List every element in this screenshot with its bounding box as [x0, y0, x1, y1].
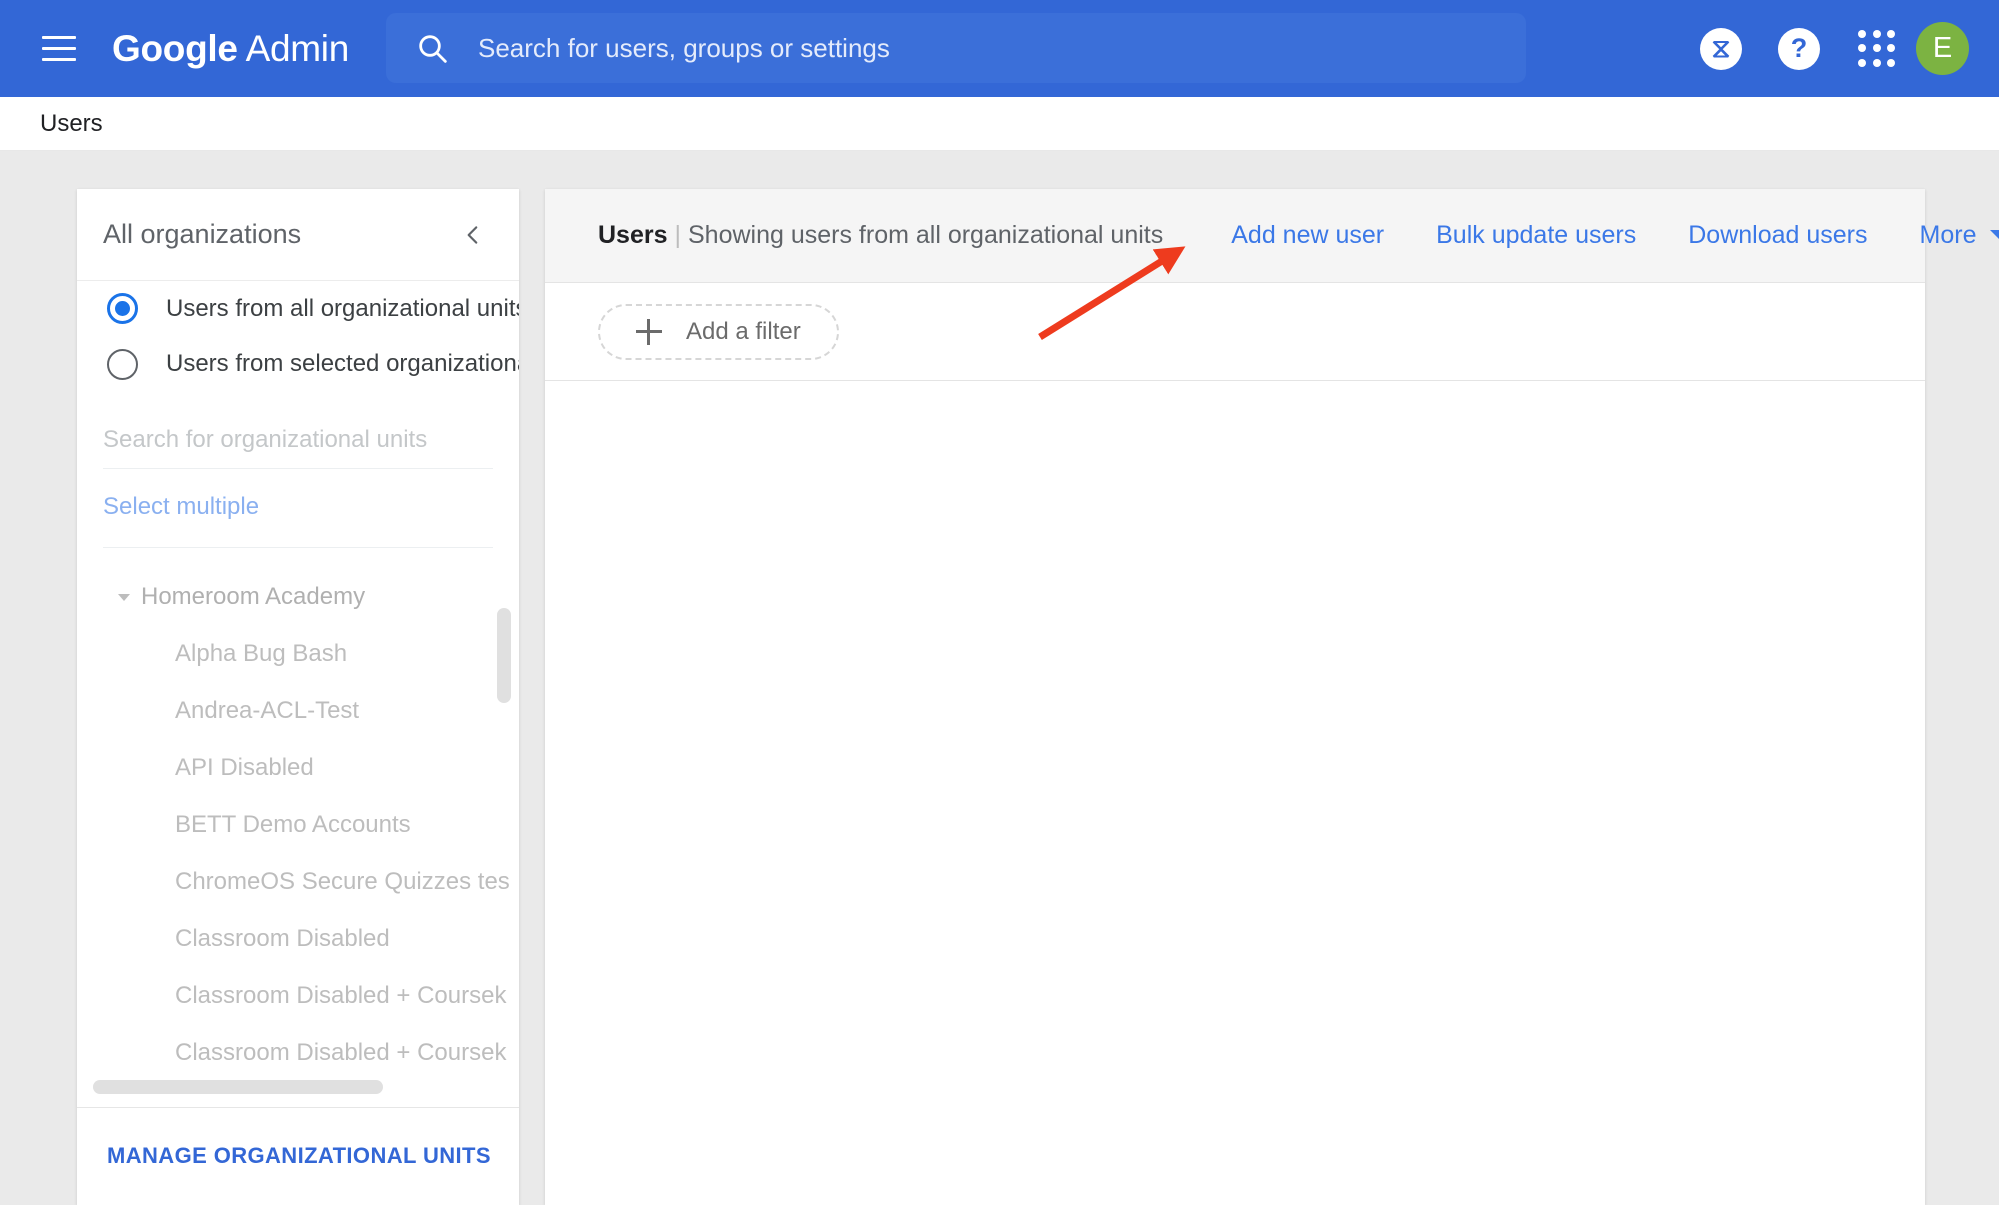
app-brand: Google Admin: [112, 28, 349, 70]
more-actions-button[interactable]: More: [1920, 221, 1999, 250]
org-unit-row[interactable]: Alpha Bug Bash: [77, 625, 519, 682]
breadcrumb: Users: [0, 97, 1999, 151]
org-unit-label: ChromeOS Secure Quizzes tes: [175, 867, 510, 895]
download-users-button[interactable]: Download users: [1688, 221, 1867, 250]
help-slot: ?: [1760, 27, 1838, 70]
users-card: Users | Showing users from all organizatio…: [545, 189, 1999, 1205]
top-bar-actions: ⧖ ? E: [1682, 0, 1999, 97]
select-multiple-link[interactable]: Select multiple: [103, 469, 493, 549]
organizations-panel-footer: MANAGE ORGANIZATIONAL UNITS: [77, 1106, 519, 1205]
page-title: All organizations: [103, 219, 302, 249]
add-a-filter-button[interactable]: Add a filter: [598, 303, 839, 360]
org-unit-row-root[interactable]: Homeroom Academy: [77, 568, 519, 625]
organizations-panel: All organizations Users from all organiz…: [77, 189, 519, 1205]
org-unit-label: Classroom Disabled + Coursek: [175, 1038, 507, 1066]
org-unit-label: API Disabled: [175, 753, 314, 781]
search-placeholder: Search for users, groups or settings: [478, 32, 890, 63]
users-card-header: Users | Showing users from all organizatio…: [545, 189, 1999, 283]
org-unit-tree: Homeroom Academy Alpha Bug Bash Andrea-A…: [77, 548, 519, 1077]
org-unit-search-input[interactable]: [103, 426, 493, 455]
radio-label: Users from all organizational units: [166, 294, 519, 322]
plus-icon: [636, 318, 662, 345]
org-unit-row[interactable]: Classroom Disabled + Coursek: [77, 967, 519, 1024]
hourglass-status-slot: ⧖: [1682, 27, 1760, 70]
org-unit-row[interactable]: BETT Demo Accounts: [77, 796, 519, 853]
org-unit-label: Andrea-ACL-Test: [175, 696, 360, 724]
add-new-user-button[interactable]: Add new user: [1231, 221, 1384, 250]
chevron-left-icon[interactable]: [453, 215, 493, 255]
radio-indicator-selected: [107, 293, 138, 325]
title-separator: |: [674, 221, 682, 249]
radio-all-org-units[interactable]: Users from all organizational units: [77, 281, 519, 337]
org-unit-search-field: [103, 426, 493, 470]
bulk-update-users-button[interactable]: Bulk update users: [1436, 221, 1636, 250]
avatar[interactable]: E: [1916, 22, 1969, 75]
org-unit-row[interactable]: Andrea-ACL-Test: [77, 682, 519, 739]
scrollbar-thumb[interactable]: [93, 1079, 383, 1094]
caret-down-icon[interactable]: [107, 587, 141, 607]
users-card-actions: Add new user Bulk update users Download …: [1231, 221, 1999, 250]
radio-label: Users from selected organizational...: [166, 350, 519, 378]
chevron-down-icon: [1990, 230, 1999, 241]
org-unit-row[interactable]: ChromeOS Secure Quizzes tes: [77, 853, 519, 910]
vertical-scrollbar[interactable]: [497, 608, 511, 1077]
brand-admin: Admin: [245, 27, 350, 69]
radio-selected-org-units[interactable]: Users from selected organizational...: [77, 337, 519, 393]
page-body: All organizations Users from all organiz…: [0, 151, 1999, 1205]
org-unit-label: Classroom Disabled: [175, 924, 390, 952]
org-unit-label: Classroom Disabled + Coursek: [175, 981, 507, 1009]
horizontal-scrollbar[interactable]: [93, 1077, 503, 1099]
apps-slot: [1838, 26, 1916, 72]
search-icon: [419, 35, 447, 63]
users-title-subtitle: Showing users from all organizational un…: [688, 221, 1164, 249]
brand-google: Google: [112, 27, 238, 69]
global-search-bar[interactable]: Search for users, groups or settings: [386, 13, 1526, 83]
apps-grid-icon[interactable]: [1854, 26, 1900, 72]
organizations-panel-header: All organizations: [77, 189, 519, 281]
top-app-bar: Google Admin Search for users, groups or…: [0, 0, 1999, 97]
manage-organizational-units-button[interactable]: MANAGE ORGANIZATIONAL UNITS: [107, 1143, 491, 1169]
hamburger-menu-icon[interactable]: [36, 26, 82, 72]
users-title: Users | Showing users from all organizatio…: [598, 221, 1163, 250]
org-unit-row[interactable]: Classroom Disabled: [77, 910, 519, 967]
org-unit-label: Homeroom Academy: [141, 582, 366, 610]
org-unit-label: BETT Demo Accounts: [175, 810, 411, 838]
breadcrumb-users[interactable]: Users: [40, 110, 103, 138]
org-unit-row[interactable]: Classroom Disabled + Coursek: [77, 1024, 519, 1077]
org-unit-label: Alpha Bug Bash: [175, 639, 348, 667]
help-icon[interactable]: ?: [1778, 27, 1820, 70]
scrollbar-thumb[interactable]: [497, 608, 511, 704]
users-title-bold: Users: [598, 221, 668, 249]
filter-bar: Add a filter: [545, 283, 1925, 381]
add-filter-label: Add a filter: [686, 317, 801, 345]
radio-indicator-unselected: [107, 348, 138, 380]
org-unit-row[interactable]: API Disabled: [77, 739, 519, 796]
more-label: More: [1919, 221, 1977, 249]
hourglass-icon[interactable]: ⧖: [1700, 27, 1742, 70]
